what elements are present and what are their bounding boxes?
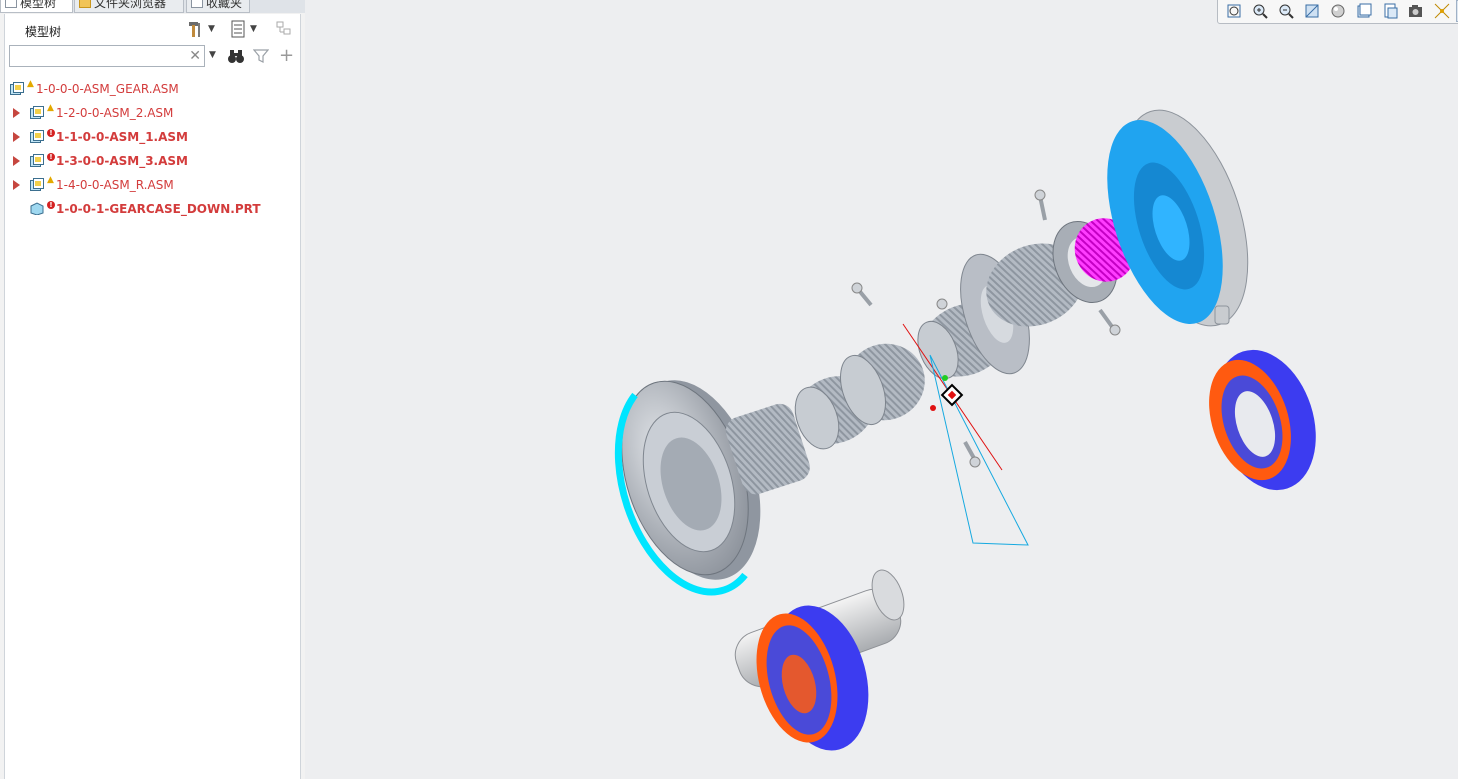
graphics-toolbar <box>1217 0 1458 24</box>
zoom-in-button[interactable] <box>1248 0 1272 22</box>
filter-tree-icon <box>276 21 291 35</box>
zoom-out-icon <box>1279 4 1294 19</box>
tree-item[interactable]: ▲ 1-0-0-0-ASM_GEAR.ASM <box>5 78 295 100</box>
perspective-button[interactable] <box>1404 0 1428 22</box>
search-input[interactable] <box>13 47 187 67</box>
zoom-out-button[interactable] <box>1274 0 1298 22</box>
assembly-icon <box>30 130 44 143</box>
zoom-in-icon <box>1253 4 1268 19</box>
error-icon: ! <box>47 200 55 210</box>
saved-orientations-button[interactable] <box>1352 0 1376 22</box>
refit-icon <box>1227 4 1241 18</box>
tree-item-label: 1-0-0-1-GEARCASE_DOWN.PRT <box>56 202 261 216</box>
refit-button[interactable] <box>1222 0 1246 22</box>
pin-2[interactable] <box>1034 189 1047 221</box>
tab-model-tree[interactable]: 模型树 <box>0 0 73 13</box>
model-tree-panel: 模型树 ▼ ▼ ✕ ▼ + ▲ 1-0-0-0-ASM_GEAR.ASM ▲ 1… <box>4 14 301 779</box>
pin-3[interactable] <box>1098 308 1121 336</box>
warning-icon: ▲ <box>47 103 54 113</box>
warning-icon: ▲ <box>47 175 54 185</box>
perspective-icon <box>1409 5 1422 17</box>
view-manager-icon <box>1384 3 1398 19</box>
exploded-gear-assembly[interactable] <box>305 0 1458 779</box>
expand-arrow-icon[interactable] <box>13 180 20 190</box>
chevron-down-icon: ▼ <box>208 24 215 34</box>
navigator-tabs: 模型树 文件夹浏览器 收藏夹 <box>0 0 305 13</box>
display-style-button[interactable] <box>1326 0 1350 22</box>
pin-1[interactable] <box>851 282 873 307</box>
assembly-icon <box>30 178 44 191</box>
datum-display-icon <box>1434 3 1450 19</box>
folder-tab-icon <box>79 0 91 8</box>
chevron-down-icon: ▼ <box>250 24 257 34</box>
tree-item[interactable]: ▲ 1-4-0-0-ASM_R.ASM <box>5 174 295 196</box>
show-list-icon <box>231 20 245 38</box>
bearing-ring-right[interactable] <box>1195 337 1333 504</box>
tree-item[interactable]: ! 1-3-0-0-ASM_3.ASM <box>5 150 295 172</box>
tree-filter-button[interactable] <box>275 18 295 40</box>
tree-item[interactable]: ! 1-0-0-1-GEARCASE_DOWN.PRT <box>5 198 295 220</box>
model-tree-tab-icon <box>5 0 17 8</box>
expand-arrow-icon[interactable] <box>13 108 20 118</box>
datum-display-button[interactable] <box>1430 0 1454 22</box>
saved-orientations-icon <box>1357 3 1372 18</box>
tree-item-label: 1-2-0-0-ASM_2.ASM <box>56 106 174 120</box>
bearing-cover-right[interactable] <box>1085 94 1272 341</box>
assembly-icon <box>30 106 44 119</box>
tree-item[interactable]: ▲ 1-2-0-0-ASM_2.ASM <box>5 102 295 124</box>
tree-item-label: 1-0-0-0-ASM_GEAR.ASM <box>36 82 179 96</box>
expand-arrow-icon[interactable] <box>13 132 20 142</box>
graphics-viewport[interactable] <box>305 0 1458 779</box>
error-icon: ! <box>47 128 55 138</box>
search-options-chevron-icon[interactable]: ▼ <box>209 50 216 60</box>
tree-item-label: 1-1-0-0-ASM_1.ASM <box>56 130 188 144</box>
view-manager-button[interactable] <box>1378 0 1402 22</box>
warning-icon: ▲ <box>27 79 34 89</box>
add-icon[interactable]: + <box>279 45 294 66</box>
repaint-button[interactable] <box>1300 0 1324 22</box>
tree-item-label: 1-4-0-0-ASM_R.ASM <box>56 178 174 192</box>
settings-hammer-icon <box>189 22 200 37</box>
part-icon <box>30 202 44 215</box>
favorites-tab-icon <box>191 0 203 8</box>
settings-button[interactable]: ▼ <box>187 18 215 40</box>
navigator-panel: 模型树 文件夹浏览器 收藏夹 模型树 ▼ ▼ ✕ ▼ + ▲ 1-0-0-0-A… <box>0 0 305 779</box>
error-icon: ! <box>47 152 55 162</box>
model-tree-title: 模型树 <box>25 25 62 39</box>
clear-icon[interactable]: ✕ <box>189 47 201 65</box>
tree-item[interactable]: ! 1-1-0-0-ASM_1.ASM <box>5 126 295 148</box>
filter-icon[interactable] <box>253 48 269 64</box>
search-field[interactable]: ✕ <box>9 45 205 67</box>
show-button[interactable]: ▼ <box>229 18 257 40</box>
display-style-icon <box>1331 4 1345 18</box>
tab-favorites[interactable]: 收藏夹 <box>186 0 250 13</box>
expand-arrow-icon[interactable] <box>13 156 20 166</box>
assembly-icon <box>30 154 44 167</box>
pin-4[interactable] <box>963 441 981 468</box>
find-binoculars-icon[interactable] <box>227 48 245 64</box>
tab-folder-browser[interactable]: 文件夹浏览器 <box>74 0 184 13</box>
repaint-icon <box>1305 4 1319 18</box>
assembly-icon <box>10 82 24 95</box>
tree-item-label: 1-3-0-0-ASM_3.ASM <box>56 154 188 168</box>
bearing-cover-left[interactable] <box>599 364 814 597</box>
pin-5[interactable] <box>936 298 948 310</box>
